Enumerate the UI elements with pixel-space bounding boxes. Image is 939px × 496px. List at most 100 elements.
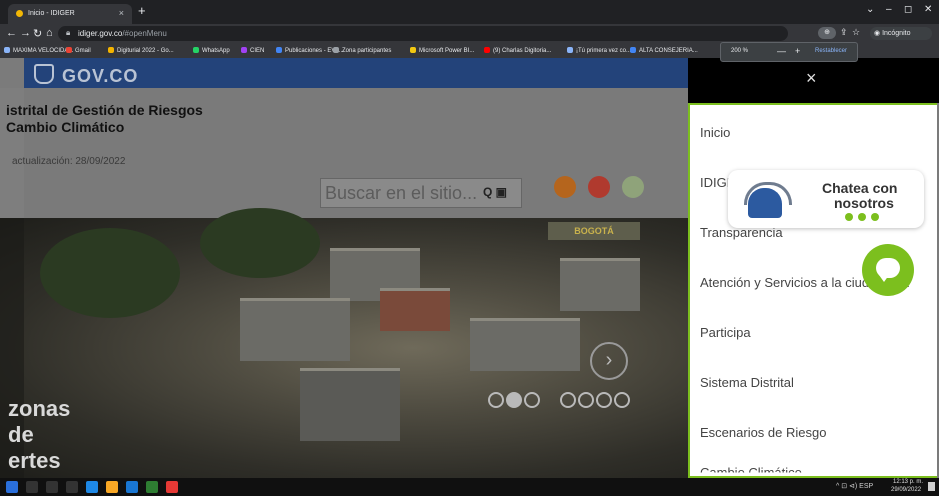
url-host: idiger.gov.co (78, 29, 123, 38)
bookmark-label: ¡Tú primera vez co... (576, 48, 632, 54)
last-updated-text: actualización: 28/09/2022 (12, 156, 126, 167)
bookmark-favicon-icon (241, 47, 247, 53)
search-input[interactable]: Buscar en el sitio... (325, 183, 477, 204)
slide-dot-active[interactable] (506, 392, 522, 408)
bookmark-item[interactable]: Microsoft Power BI... (410, 47, 474, 54)
reload-icon[interactable]: ↻ (33, 27, 42, 40)
url-text[interactable]: idiger.gov.co/#openMenu (78, 29, 167, 38)
bookmark-item[interactable]: WhatsApp (193, 47, 230, 54)
chat-card[interactable]: Chatea con nosotros (728, 170, 924, 228)
menu-item-inicio[interactable]: Inicio (700, 125, 730, 140)
minimize-icon[interactable]: – (886, 4, 892, 15)
close-menu-icon[interactable]: × (806, 68, 817, 89)
zoom-popup: 200 % — + Restablecer (720, 42, 858, 62)
tab-close-icon[interactable]: × (119, 8, 124, 18)
search-icon[interactable] (26, 481, 38, 493)
mail-icon[interactable] (588, 176, 610, 198)
task-view-icon[interactable] (66, 481, 78, 493)
address-bar[interactable]: 🔒︎ idiger.gov.co/#openMenu (58, 26, 788, 41)
search-icon[interactable]: Q ▣ (483, 185, 507, 199)
zoom-out-button[interactable]: — (777, 46, 786, 56)
forward-icon[interactable]: → (20, 27, 31, 39)
bookmark-favicon-icon (4, 47, 10, 53)
chat-launcher-button[interactable] (862, 244, 914, 296)
zoom-reset-button[interactable]: Restablecer (815, 48, 847, 54)
typing-dot (858, 213, 866, 221)
bookmark-favicon-icon (276, 47, 282, 53)
lock-icon[interactable]: 🔒︎ (66, 28, 70, 38)
typing-dot (845, 213, 853, 221)
bookmark-label: MAXIMA VELOCIDA... (13, 48, 74, 54)
cortana-icon[interactable] (46, 481, 58, 493)
bogota-logo[interactable]: BOGOTÁ (548, 222, 640, 240)
bookmark-item[interactable]: (9) Charlas Digitoria... (484, 47, 551, 54)
bookmark-favicon-icon (630, 47, 636, 53)
maximize-icon[interactable]: ◻ (904, 4, 912, 15)
menu-item-cambio-climatico[interactable]: Cambio Climático (700, 465, 802, 473)
excel-icon[interactable] (146, 481, 158, 493)
notifications-icon[interactable] (928, 482, 935, 491)
slide-dot[interactable] (596, 392, 612, 408)
outlook-icon[interactable] (126, 481, 138, 493)
start-icon[interactable] (6, 481, 18, 493)
system-tray[interactable]: ^ ⊡ ⊲) ESP (836, 482, 873, 490)
slide-dot[interactable] (578, 392, 594, 408)
zoom-indicator-icon[interactable]: ⊕ (818, 27, 836, 39)
hero-text-line-3: ertes (8, 448, 61, 473)
gov-header-bar: GOV.CO (24, 58, 688, 88)
bookmark-item[interactable]: MAXIMA VELOCIDA... (4, 47, 73, 54)
gov-co-logo[interactable]: GOV.CO (34, 64, 138, 87)
bookmark-item[interactable]: ¡Tú primera vez co... (567, 47, 631, 54)
incognito-label: Incógnito (882, 30, 911, 37)
bookmark-star-icon[interactable]: ☆ (852, 27, 860, 38)
window-close-icon[interactable]: ✕ (924, 4, 932, 15)
incognito-badge[interactable]: ◉ Incógnito (870, 27, 932, 40)
slide-dot[interactable] (488, 392, 504, 408)
bookmark-item[interactable]: Zona participantes (333, 47, 391, 54)
windows-taskbar: ^ ⊡ ⊲) ESP 12:13 p. m. 29/09/2022 (0, 478, 939, 496)
clock-time[interactable]: 12:13 p. m. (893, 479, 923, 485)
gov-co-logo-text: GOV.CO (62, 66, 139, 86)
rss-icon[interactable] (554, 176, 576, 198)
menu-item-participa[interactable]: Participa (700, 325, 751, 340)
bookmark-label: Gmail (75, 48, 91, 54)
hero-text-line-1: zonas (8, 396, 71, 421)
browser-tab[interactable]: Inicio - IDIGER × (8, 4, 132, 24)
back-icon[interactable]: ← (6, 27, 17, 39)
menu-item-sistema-distrital[interactable]: Sistema Distrital (700, 375, 794, 390)
menu-item-escenarios[interactable]: Escenarios de Riesgo (700, 425, 826, 440)
carousel-next-button[interactable]: › (590, 342, 628, 380)
typing-dot (871, 213, 879, 221)
site-search[interactable]: Buscar en el sitio... Q ▣ (320, 178, 522, 208)
accessibility-icon[interactable] (622, 176, 644, 198)
menu-header: × (688, 58, 939, 103)
bookmark-favicon-icon (193, 47, 199, 53)
chat-label-line-1: Chatea con (822, 180, 898, 196)
share-icon[interactable]: ⇪ (840, 27, 848, 38)
bookmark-item[interactable]: Gmail (66, 47, 91, 54)
slide-dot[interactable] (614, 392, 630, 408)
incognito-icon: ◉ (874, 30, 883, 37)
hero-banner[interactable]: BOGOTÁ › zonas de ertes (0, 208, 688, 478)
agent-avatar-icon (748, 188, 782, 218)
new-tab-button[interactable]: + (138, 4, 146, 18)
bookmark-label: CIEN (250, 48, 265, 54)
bookmark-favicon-icon (66, 47, 72, 53)
bookmark-favicon-icon (484, 47, 490, 53)
tab-search-icon[interactable]: ⌄ (866, 4, 874, 15)
slide-dot[interactable] (560, 392, 576, 408)
site-title-line-1: istrital de Gestión de Riesgos (6, 102, 203, 118)
edge-icon[interactable] (86, 481, 98, 493)
clock-date[interactable]: 29/09/2022 (891, 487, 921, 493)
bookmark-item[interactable]: ALTA CONSEJERIA... (630, 47, 698, 54)
slide-dot[interactable] (524, 392, 540, 408)
chrome-icon[interactable] (166, 481, 178, 493)
site-title-line-2: Cambio Climático (6, 119, 125, 135)
bookmark-item[interactable]: CIEN (241, 47, 264, 54)
chat-bubble-tail (879, 275, 889, 282)
zoom-in-button[interactable]: + (795, 46, 800, 56)
bookmark-label: Zona participantes (342, 48, 392, 54)
file-explorer-icon[interactable] (106, 481, 118, 493)
bookmark-item[interactable]: Digiturial 2022 - Go... (108, 47, 174, 54)
home-icon[interactable]: ⌂ (46, 27, 53, 39)
